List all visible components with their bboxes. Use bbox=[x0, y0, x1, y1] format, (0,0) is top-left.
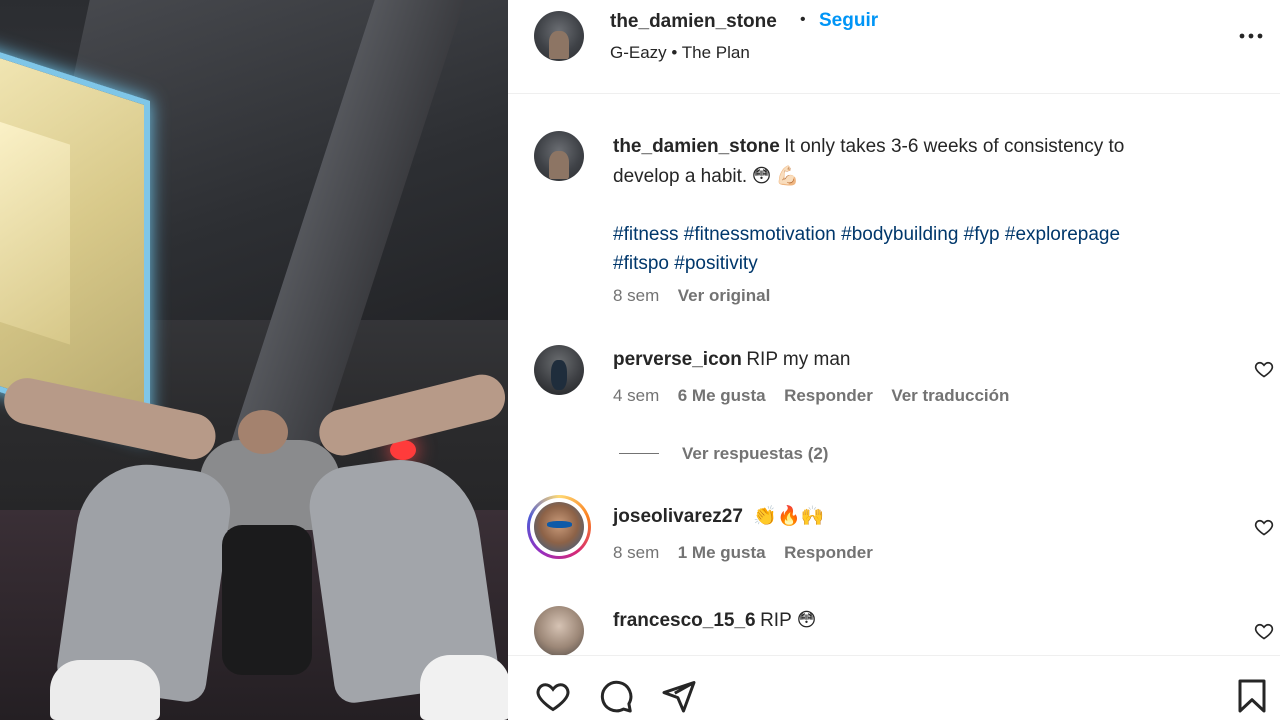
hashtag[interactable]: #explorepage bbox=[1005, 224, 1120, 245]
see-original-button[interactable]: Ver original bbox=[678, 286, 771, 305]
comment-like-heart-icon[interactable] bbox=[1254, 359, 1274, 379]
comment-username[interactable]: joseolivarez27 bbox=[613, 506, 743, 527]
reply-button[interactable]: Responder bbox=[784, 386, 873, 405]
comment-avatar[interactable] bbox=[534, 345, 584, 395]
caption-emoji-muscle: 💪🏻 bbox=[775, 166, 800, 187]
comment-item: francesco_15_6 RIP 😳 bbox=[613, 608, 816, 635]
comment-text: RIP my man bbox=[746, 349, 851, 370]
comment-time[interactable]: 8 sem bbox=[613, 543, 659, 562]
media-light-inner bbox=[0, 115, 70, 345]
media-shoe-left bbox=[50, 660, 160, 720]
hashtag[interactable]: #bodybuilding bbox=[841, 224, 958, 245]
comment-likes[interactable]: 1 Me gusta bbox=[678, 543, 766, 562]
caption-avatar[interactable] bbox=[534, 131, 584, 181]
hashtag[interactable]: #fitness bbox=[613, 224, 678, 245]
comment-like-heart-icon[interactable] bbox=[1254, 621, 1274, 641]
comment-likes[interactable]: 6 Me gusta bbox=[678, 386, 766, 405]
post-side-panel: the_damien_stone • Seguir G-Eazy • The P… bbox=[508, 0, 1280, 720]
author-username[interactable]: the_damien_stone bbox=[610, 11, 777, 33]
comment-time[interactable]: 4 sem bbox=[613, 386, 659, 405]
comment-text: 👏🔥🙌 bbox=[753, 506, 825, 527]
comment-username[interactable]: perverse_icon bbox=[613, 349, 742, 370]
header-separator: • bbox=[800, 11, 806, 28]
post-media-image[interactable] bbox=[0, 0, 508, 720]
post-action-bar bbox=[508, 655, 1280, 720]
follow-button[interactable]: Seguir bbox=[819, 10, 878, 32]
hashtags-line1: #fitness #fitnessmotivation #bodybuildin… bbox=[613, 220, 1124, 249]
comment-text: RIP 😳 bbox=[760, 610, 817, 631]
comment-avatar[interactable] bbox=[534, 606, 584, 655]
media-shoe-right bbox=[420, 655, 508, 720]
caption-text-line1: It only takes 3-6 weeks of consistency t… bbox=[784, 136, 1125, 157]
view-replies-button[interactable]: Ver respuestas (2) bbox=[682, 444, 828, 464]
caption-text-line2: develop a habit. bbox=[613, 166, 748, 187]
hashtag[interactable]: #fitnessmotivation bbox=[684, 224, 836, 245]
hashtag[interactable]: #fyp bbox=[964, 224, 1000, 245]
comment-avatar[interactable] bbox=[534, 502, 584, 552]
comment-like-heart-icon[interactable] bbox=[1254, 517, 1274, 537]
media-person-head bbox=[238, 410, 288, 454]
caption-time[interactable]: 8 sem bbox=[613, 286, 659, 305]
replies-line bbox=[619, 453, 659, 454]
hashtag[interactable]: #positivity bbox=[674, 253, 757, 274]
comment-item: perverse_icon RIP my man 4 sem 6 Me gust… bbox=[613, 347, 1009, 407]
hashtags-line2: #fitspo #positivity bbox=[613, 249, 1124, 278]
comment-username[interactable]: francesco_15_6 bbox=[613, 610, 756, 631]
bookmark-icon[interactable] bbox=[1234, 678, 1270, 714]
comments-scroll-area[interactable]: the_damien_stone It only takes 3-6 weeks… bbox=[508, 95, 1280, 655]
author-avatar[interactable] bbox=[534, 11, 584, 61]
reply-button[interactable]: Responder bbox=[784, 543, 873, 562]
caption-username[interactable]: the_damien_stone bbox=[613, 136, 780, 157]
hashtag[interactable]: #fitspo bbox=[613, 253, 669, 274]
translate-button[interactable]: Ver traducción bbox=[891, 386, 1009, 405]
send-icon[interactable] bbox=[660, 678, 698, 714]
media-seat bbox=[222, 525, 312, 675]
post-header: the_damien_stone • Seguir G-Eazy • The P… bbox=[508, 0, 1280, 94]
caption-block: the_damien_stone It only takes 3-6 weeks… bbox=[613, 132, 1124, 307]
more-horizontal-icon[interactable] bbox=[1238, 28, 1264, 44]
audio-track[interactable]: G-Eazy • The Plan bbox=[610, 43, 750, 63]
caption-emoji-flushed: 😳 bbox=[751, 166, 772, 187]
heart-icon[interactable] bbox=[534, 678, 572, 714]
comment-item: joseolivarez27 👏🔥🙌 8 sem 1 Me gusta Resp… bbox=[613, 504, 873, 564]
comment-icon[interactable] bbox=[597, 678, 635, 714]
